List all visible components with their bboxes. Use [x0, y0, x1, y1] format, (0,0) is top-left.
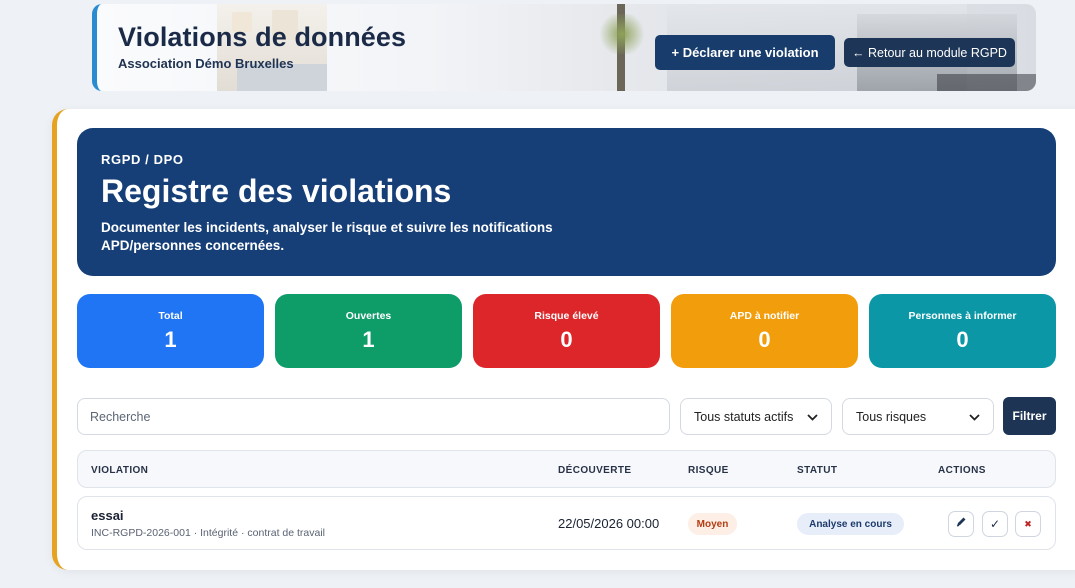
discovery-date: 22/05/2026 00:00 [558, 516, 660, 531]
pencil-icon [955, 515, 967, 533]
column-header-violation: VIOLATION [91, 465, 149, 476]
hero-kicker: RGPD / DPO [101, 152, 184, 167]
stat-value: 0 [758, 327, 771, 352]
stat-value: 0 [956, 327, 969, 352]
stat-value: 1 [164, 327, 177, 352]
status-select-value: Tous statuts actifs [694, 409, 794, 424]
filter-button[interactable]: Filtrer [1003, 397, 1056, 435]
stat-label: Risque élevé [534, 310, 599, 322]
column-header-actions: ACTIONS [938, 465, 986, 476]
table-row[interactable]: essai INC-RGPD-2026-001 · Intégrité · co… [77, 496, 1056, 550]
status-select[interactable]: Tous statuts actifs [680, 398, 832, 435]
column-header-discovered: DÉCOUVERTE [558, 465, 632, 476]
column-header-status: STATUT [797, 465, 838, 476]
stat-label: Ouvertes [345, 310, 392, 322]
risk-select-value: Tous risques [856, 409, 927, 424]
violation-meta: INC-RGPD-2026-001 · Intégrité · contrat … [91, 527, 326, 539]
close-icon: ✖ [1024, 518, 1032, 529]
hero-banner: RGPD / DPO Registre des violations Docum… [77, 128, 1056, 276]
stat-apd-notify: APD à notifier 0 [671, 294, 858, 368]
page-header: Violations de données Association Démo B… [92, 4, 1036, 91]
declare-violation-button[interactable]: + Déclarer une violation [655, 35, 835, 70]
risk-badge: Moyen [688, 513, 737, 535]
stat-value: 1 [362, 327, 375, 352]
stat-label: APD à notifier [729, 310, 800, 322]
stat-label: Personnes à informer [908, 310, 1017, 322]
chevron-down-icon [807, 410, 818, 424]
stat-persons-inform: Personnes à informer 0 [869, 294, 1056, 368]
stat-label: Total [158, 310, 183, 322]
column-header-risk: RISQUE [688, 465, 729, 476]
search-input[interactable]: Recherche [77, 398, 670, 435]
hero-description: Documenter les incidents, analyser le ri… [101, 220, 553, 253]
check-icon: ✓ [989, 517, 1001, 531]
validate-button[interactable]: ✓ [982, 511, 1008, 537]
page-title: Violations de données [118, 22, 407, 52]
organization-name: Association Démo Bruxelles [118, 56, 294, 71]
violation-name: essai [91, 508, 124, 523]
risk-select[interactable]: Tous risques [842, 398, 994, 435]
stat-total: Total 1 [77, 294, 264, 368]
edit-button[interactable] [948, 511, 974, 537]
stat-value: 0 [560, 327, 573, 352]
hero-title: Registre des violations [101, 173, 452, 209]
status-badge: Analyse en cours [797, 513, 904, 535]
table-header: VIOLATION DÉCOUVERTE RISQUE STATUT ACTIO… [77, 450, 1056, 488]
stat-open: Ouvertes 1 [275, 294, 462, 368]
close-button[interactable]: ✖ [1015, 511, 1041, 537]
back-to-rgpd-button[interactable]: ← Retour au module RGPD [844, 38, 1015, 67]
stat-high-risk: Risque élevé 0 [473, 294, 660, 368]
chevron-down-icon [969, 410, 980, 424]
